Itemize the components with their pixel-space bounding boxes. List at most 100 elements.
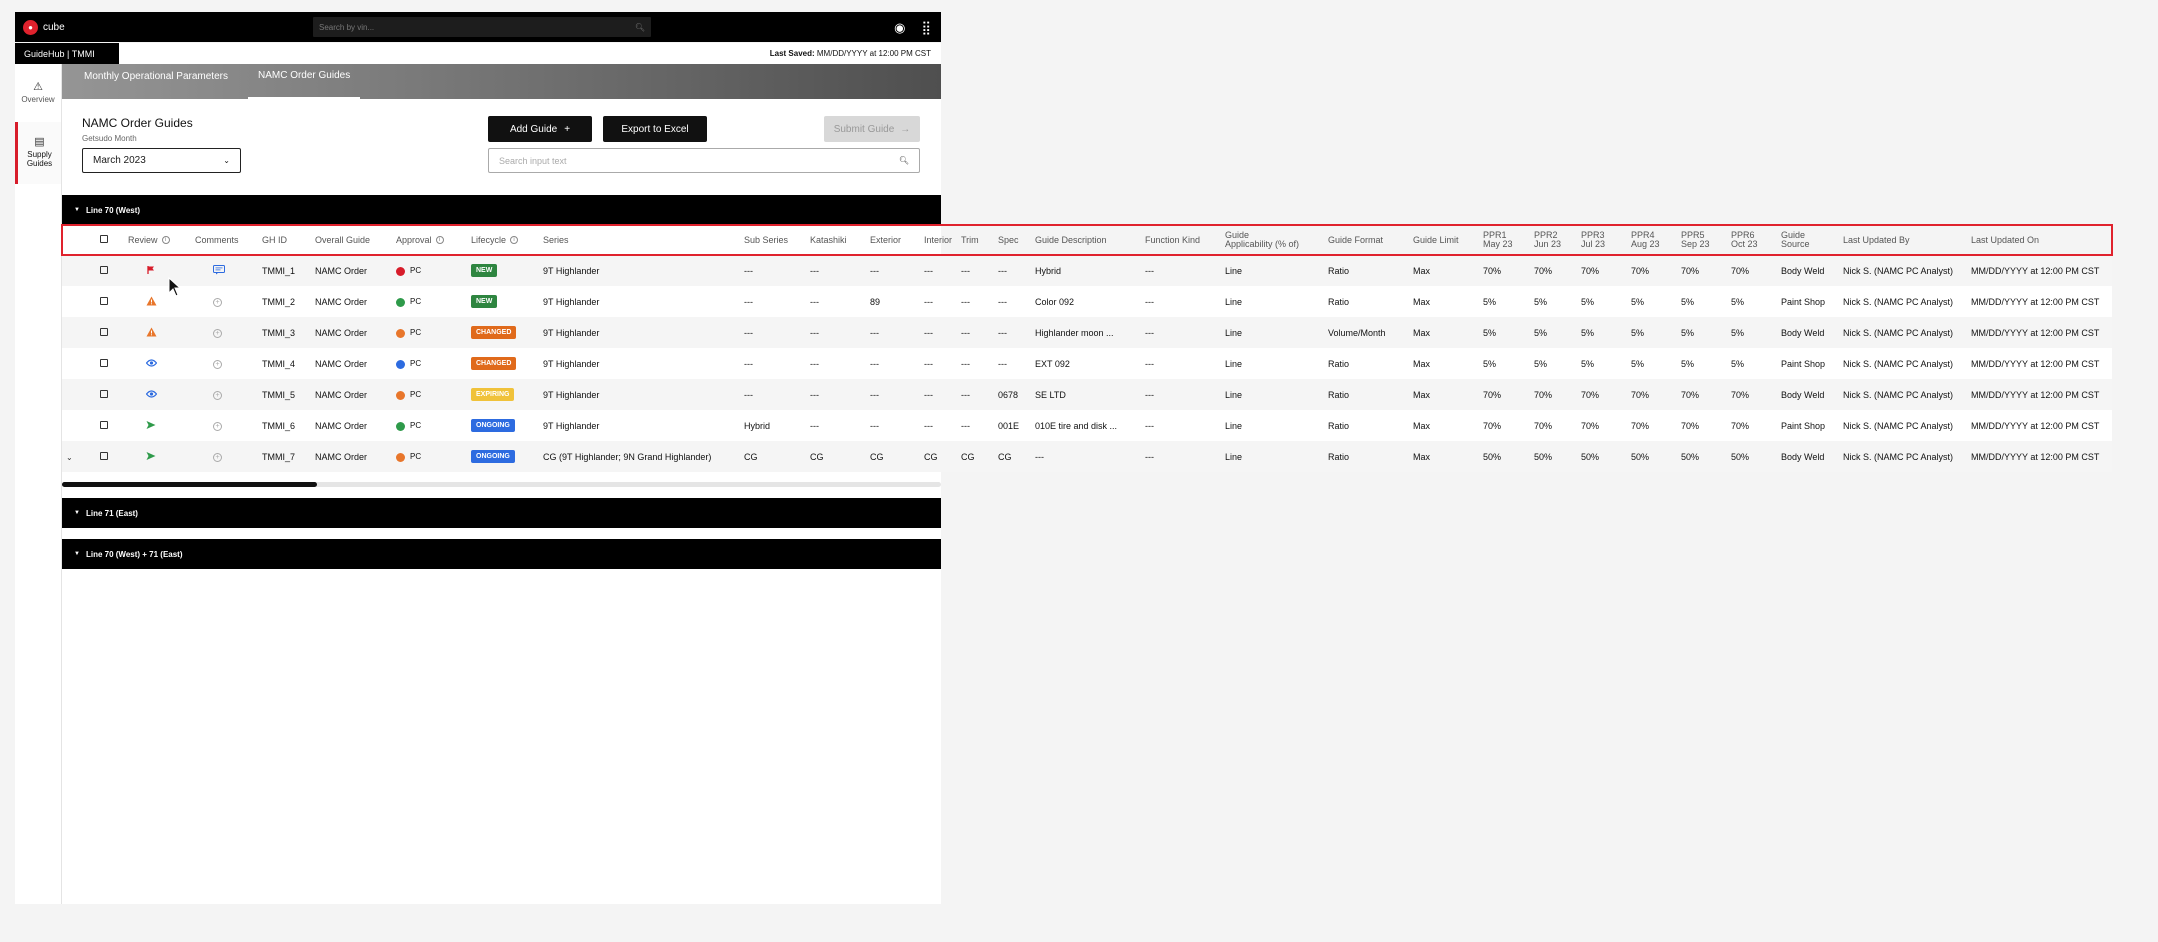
col-exterior[interactable]: Exterior	[866, 225, 920, 255]
brand[interactable]: ● cube	[23, 19, 313, 35]
chat-icon[interactable]	[213, 264, 225, 277]
arrow-right-icon: →	[900, 123, 911, 135]
vin-search-input[interactable]	[319, 22, 619, 32]
guide-search-box[interactable]: 🔍︎	[488, 148, 920, 173]
sub-series: ---	[740, 255, 806, 286]
add-comment-icon[interactable]: +	[213, 453, 222, 462]
lifecycle-badge: EXPIRING	[471, 388, 515, 401]
info-icon[interactable]: i	[510, 236, 519, 245]
col-comments[interactable]: Comments	[191, 225, 258, 255]
col-interior[interactable]: Interior	[920, 225, 957, 255]
col-guide-description[interactable]: Guide Description	[1031, 225, 1141, 255]
table-row[interactable]: + TMMI_5 NAMC Order PC EXPIRING 9T Highlander…	[62, 379, 2112, 410]
lifecycle-badge: NEW	[471, 264, 498, 277]
export-to-excel-button[interactable]: Export to Excel	[603, 116, 707, 142]
tab-monthly-operational-parameters[interactable]: Monthly Operational Parameters	[74, 64, 238, 99]
col-ppr2[interactable]: PPR2 Jun 23	[1530, 225, 1577, 255]
header-line-2: Jul 23	[1581, 239, 1606, 249]
ppr-value: 5%	[1577, 348, 1627, 379]
warning-icon[interactable]	[146, 296, 157, 308]
row-checkbox[interactable]	[100, 358, 108, 367]
row-checkbox[interactable]	[100, 296, 108, 305]
col-series[interactable]: Series	[539, 225, 740, 255]
ppr-value: 50%	[1677, 441, 1727, 472]
col-overall-guide[interactable]: Overall Guide	[311, 225, 392, 255]
col-guide-limit[interactable]: Guide Limit	[1409, 225, 1479, 255]
col-spec[interactable]: Spec	[994, 225, 1031, 255]
apps-grid-icon[interactable]: ⣿	[921, 21, 931, 34]
col-lifecycle[interactable]: Lifecycle	[471, 235, 506, 245]
add-guide-button[interactable]: Add Guide +	[488, 116, 592, 142]
group-header-line-70-71[interactable]: ▼ Line 70 (West) + 71 (East)	[62, 539, 941, 569]
table-row[interactable]: + TMMI_3 NAMC Order PC CHANGED 9T Highlander -…	[62, 317, 2112, 348]
row-checkbox[interactable]	[100, 389, 108, 398]
send-icon[interactable]	[146, 451, 156, 463]
approval-status-dot	[396, 421, 405, 431]
col-guide-format[interactable]: Guide Format	[1324, 225, 1409, 255]
col-gh-id[interactable]: GH ID	[258, 225, 311, 255]
group-header-line-71-east[interactable]: ▼ Line 71 (East)	[62, 498, 941, 528]
sidebar-item-overview[interactable]: ⚠︎ Overview	[15, 64, 61, 122]
row-checkbox[interactable]	[100, 327, 108, 336]
tab-namc-order-guides[interactable]: NAMC Order Guides	[247, 64, 361, 99]
warning-icon[interactable]	[146, 327, 157, 339]
table-row[interactable]: ⌄ + TMMI_7 NAMC Order PC ONGOING CG (9T Highla…	[62, 441, 2112, 472]
col-sub-series[interactable]: Sub Series	[740, 225, 806, 255]
overall-guide: NAMC Order	[311, 255, 392, 286]
add-comment-icon[interactable]: +	[213, 422, 222, 431]
select-all-checkbox[interactable]	[100, 235, 108, 243]
table-row[interactable]: + TMMI_6 NAMC Order PC ONGOING 9T Highlander H…	[62, 410, 2112, 441]
col-trim[interactable]: Trim	[957, 225, 994, 255]
col-function-kind[interactable]: Function Kind	[1141, 225, 1221, 255]
row-checkbox[interactable]	[100, 420, 108, 429]
getsudo-month-select[interactable]: March 2023 ⌄	[82, 148, 241, 173]
series: 9T Highlander	[539, 255, 740, 286]
col-ppr3[interactable]: PPR3 Jul 23	[1577, 225, 1627, 255]
col-ppr4[interactable]: PPR4 Aug 23	[1627, 225, 1677, 255]
scrollbar-thumb[interactable]	[62, 482, 317, 487]
col-last-updated-by[interactable]: Last Updated By	[1839, 225, 1967, 255]
col-ppr5[interactable]: PPR5 Sep 23	[1677, 225, 1727, 255]
caret-down-icon[interactable]: ▼	[74, 510, 80, 516]
col-guide-source[interactable]: Guide Source	[1777, 225, 1839, 255]
row-checkbox[interactable]	[100, 265, 108, 274]
add-comment-icon[interactable]: +	[213, 360, 222, 369]
vin-search-box[interactable]: 🔍︎	[313, 17, 651, 37]
guide-description: Hybrid	[1031, 255, 1141, 286]
table-row[interactable]: + TMMI_4 NAMC Order PC CHANGED 9T Highlander -…	[62, 348, 2112, 379]
eye-icon[interactable]	[145, 389, 158, 400]
col-review[interactable]: Review	[128, 235, 158, 245]
send-icon[interactable]	[146, 420, 156, 432]
search-icon[interactable]: 🔍︎	[635, 23, 645, 32]
add-comment-icon[interactable]: +	[213, 391, 222, 400]
add-comment-icon[interactable]: +	[213, 329, 222, 338]
guide-search-input[interactable]	[499, 155, 879, 166]
row-checkbox[interactable]	[100, 451, 108, 460]
ppr-value: 5%	[1479, 348, 1530, 379]
col-last-updated-on[interactable]: Last Updated On	[1967, 225, 2112, 255]
sidebar-item-supply-guides[interactable]: ▤ Supply Guides	[15, 122, 61, 184]
col-guide-applicability[interactable]: Guide Applicability (% of)	[1221, 225, 1324, 255]
table-row[interactable]: TMMI_1 NAMC Order PC NEW 9T Highlander --- ---…	[62, 255, 2112, 286]
gh-id: TMMI_1	[258, 255, 311, 286]
col-approval[interactable]: Approval	[396, 235, 432, 245]
horizontal-scrollbar[interactable]	[62, 482, 941, 487]
header-line-2: Applicability (% of)	[1225, 239, 1300, 249]
info-icon[interactable]: i	[435, 236, 444, 245]
caret-down-icon[interactable]: ▼	[74, 207, 80, 213]
add-comment-icon[interactable]: +	[213, 298, 222, 307]
last-updated-by: Nick S. (NAMC PC Analyst)	[1839, 441, 1967, 472]
user-circle-icon[interactable]: ◉	[894, 21, 905, 34]
flag-icon[interactable]	[146, 265, 156, 277]
eye-icon[interactable]	[145, 358, 158, 369]
info-icon[interactable]: i	[161, 236, 170, 245]
col-ppr1[interactable]: PPR1 May 23	[1479, 225, 1530, 255]
table-row[interactable]: + TMMI_2 NAMC Order PC NEW 9T Highlander --- --…	[62, 286, 2112, 317]
submit-guide-button[interactable]: Submit Guide →	[824, 116, 920, 142]
col-katashiki[interactable]: Katashiki	[806, 225, 866, 255]
caret-down-icon[interactable]: ▼	[74, 551, 80, 557]
expand-row-chevron-icon[interactable]: ⌄	[66, 453, 73, 462]
col-ppr6[interactable]: PPR6 Oct 23	[1727, 225, 1777, 255]
group-header-line-70-west[interactable]: ▼ Line 70 (West)	[62, 195, 941, 225]
search-icon[interactable]: 🔍︎	[899, 156, 909, 165]
